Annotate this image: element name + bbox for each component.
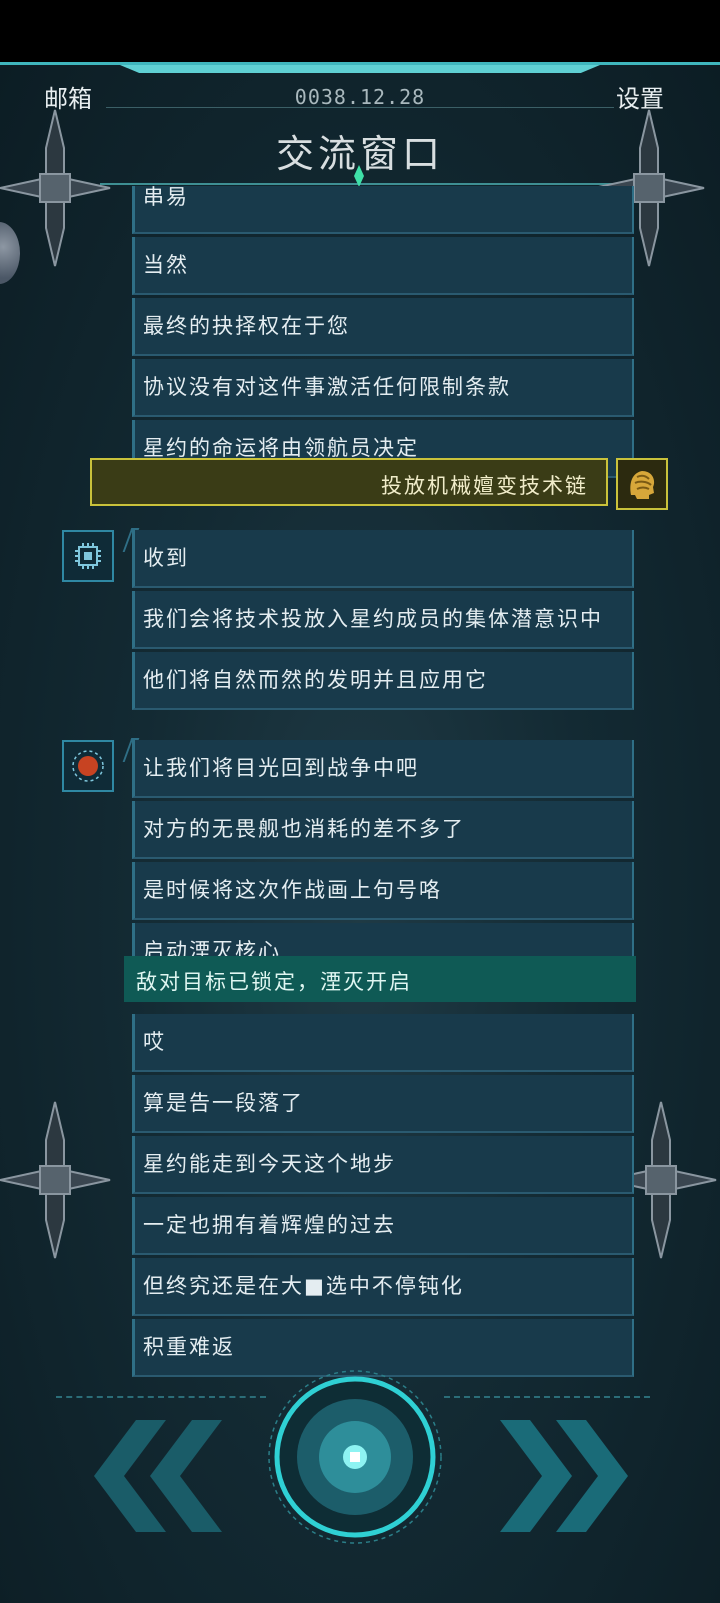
ai-chip-icon bbox=[75, 543, 101, 569]
core-button[interactable] bbox=[266, 1368, 444, 1546]
chat-message: 协议没有对这件事激活任何限制条款 bbox=[132, 359, 634, 417]
enemy-avatar bbox=[62, 740, 114, 792]
chat-message: 算是告一段落了 bbox=[132, 1075, 634, 1133]
chat-message: 一定也拥有着辉煌的过去 bbox=[132, 1197, 634, 1255]
ai-avatar bbox=[62, 530, 114, 582]
ship-decoration-bottom-left bbox=[0, 1100, 114, 1260]
brain-head-icon bbox=[630, 471, 655, 499]
chat-message: 哎 bbox=[132, 1014, 634, 1072]
previous-button[interactable] bbox=[66, 1420, 236, 1532]
game-date: 0038.12.28 bbox=[294, 85, 426, 109]
player-avatar bbox=[616, 458, 668, 510]
chat-message: 是时候将这次作战画上句号咯 bbox=[132, 862, 634, 920]
header-divider bbox=[106, 107, 614, 108]
chat-message: 他们将自然而然的发明并且应用它 bbox=[132, 652, 634, 710]
chat-message: 收到 bbox=[132, 530, 634, 588]
chat-message: 让我们将目光回到战争中吧 bbox=[132, 740, 634, 798]
chat-message: 但终究还是在大■选中不停钝化 bbox=[132, 1258, 634, 1316]
system-message: 敌对目标已锁定，湮灭开启 bbox=[124, 956, 636, 1002]
chat-message: 最终的抉择权在于您 bbox=[132, 298, 634, 356]
message-group-4: 哎 算是告一段落了 星约能走到今天这个地步 一定也拥有着辉煌的过去 但终究还是在… bbox=[130, 1014, 646, 1380]
dashed-divider-left bbox=[56, 1396, 266, 1400]
double-chevron-left-icon bbox=[94, 1420, 222, 1532]
double-chevron-right-icon bbox=[500, 1420, 628, 1532]
next-button[interactable] bbox=[486, 1420, 656, 1532]
chat-message: 星约能走到今天这个地步 bbox=[132, 1136, 634, 1194]
chat-message: 当然 bbox=[132, 237, 634, 295]
message-group-2: 收到 我们会将技术投放入星约成员的集体潜意识中 他们将自然而然的发明并且应用它 bbox=[130, 530, 646, 713]
chat-message: 我们会将技术投放入星约成员的集体潜意识中 bbox=[132, 591, 634, 649]
chat-message: 串易 bbox=[132, 186, 634, 234]
player-choice-message: 投放机械嬗变技术链 bbox=[90, 458, 608, 506]
message-group-3: 让我们将目光回到战争中吧 对方的无畏舰也消耗的差不多了 是时候将这次作战画上句号… bbox=[130, 740, 646, 984]
core-button-icon bbox=[268, 1370, 442, 1544]
message-group-1: 串易 当然 最终的抉择权在于您 协议没有对这件事激活任何限制条款 星约的命运将由… bbox=[130, 186, 646, 481]
chat-message: 对方的无畏舰也消耗的差不多了 bbox=[132, 801, 634, 859]
dashed-divider-right bbox=[444, 1396, 650, 1400]
red-brain-icon bbox=[72, 750, 104, 782]
